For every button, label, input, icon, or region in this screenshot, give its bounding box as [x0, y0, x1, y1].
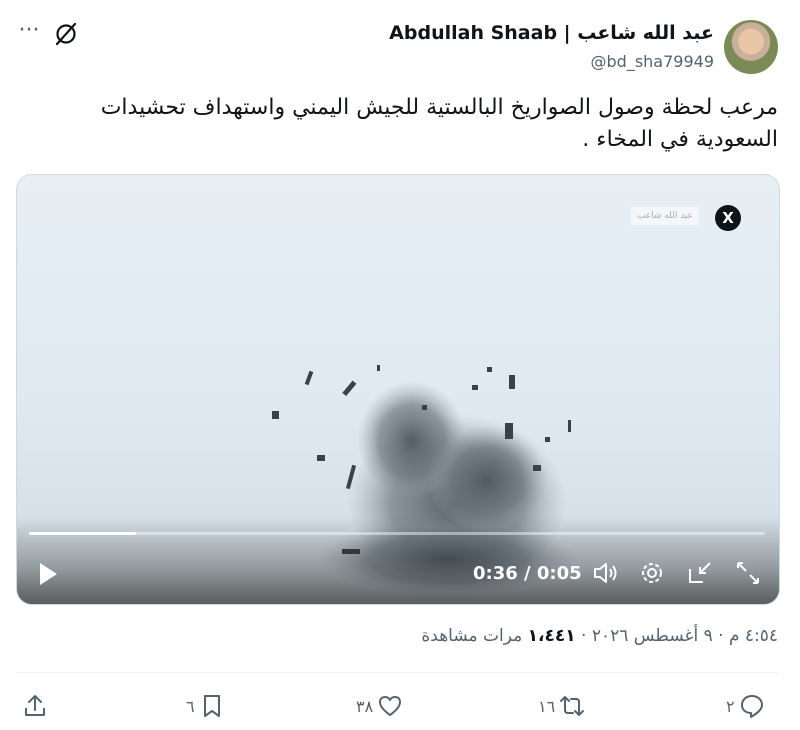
video-player[interactable]: عبد الله شاعب X 0:36 / 0:05 — [16, 174, 780, 605]
more-button[interactable]: ··· — [14, 18, 44, 48]
meta-separator: · — [718, 626, 724, 646]
play-icon[interactable] — [37, 561, 59, 587]
tweet-meta: ٤:٥٤ م · ٩ أغسطس ٢٠٢٦ · ١،٤٤١ مرات مشاهد… — [421, 626, 778, 646]
settings-icon[interactable] — [638, 559, 666, 587]
author-handle[interactable]: @bd_sha79949 — [591, 52, 715, 71]
views-count: ١،٤٤١ — [527, 626, 576, 646]
meta-separator: · — [581, 626, 587, 646]
reply-icon — [740, 695, 763, 718]
tweet-time[interactable]: ٤:٥٤ م — [729, 626, 778, 646]
reply-button[interactable]: ٢ — [726, 690, 765, 722]
avatar[interactable] — [724, 20, 778, 74]
like-count: ٣٨ — [356, 696, 374, 716]
reply-count: ٢ — [726, 696, 735, 716]
volume-icon[interactable] — [591, 559, 619, 587]
like-button[interactable]: ٣٨ — [356, 690, 403, 722]
grok-icon — [55, 22, 77, 46]
grok-button[interactable] — [52, 20, 80, 48]
share-icon — [25, 695, 45, 716]
fullscreen-icon[interactable] — [734, 559, 762, 587]
video-progress-fill — [29, 532, 136, 535]
share-button[interactable] — [22, 690, 48, 722]
bookmark-count: ٦ — [186, 696, 195, 716]
repost-button[interactable]: ١٦ — [538, 690, 585, 722]
video-time: 0:36 / 0:05 — [473, 563, 582, 584]
bookmark-button[interactable]: ٦ — [186, 690, 225, 722]
more-icon: ··· — [18, 18, 40, 43]
tweet-text: مرعب لحظة وصول الصواريخ البالستية للجيش … — [100, 95, 778, 152]
like-icon — [379, 696, 402, 716]
bookmark-icon — [203, 695, 220, 717]
video-progress-bar[interactable] — [29, 532, 765, 535]
divider — [16, 672, 778, 673]
views-label: مرات مشاهدة — [421, 626, 523, 646]
author-display-name[interactable]: Abdullah Shaab | عبد الله شاعب — [389, 22, 714, 44]
x-logo-icon: X — [715, 205, 741, 231]
video-watermark: عبد الله شاعب — [631, 207, 699, 225]
pip-icon[interactable] — [686, 559, 714, 587]
tweet-date[interactable]: ٩ أغسطس ٢٠٢٦ — [592, 626, 713, 646]
repost-count: ١٦ — [538, 696, 556, 716]
repost-icon — [560, 696, 585, 716]
